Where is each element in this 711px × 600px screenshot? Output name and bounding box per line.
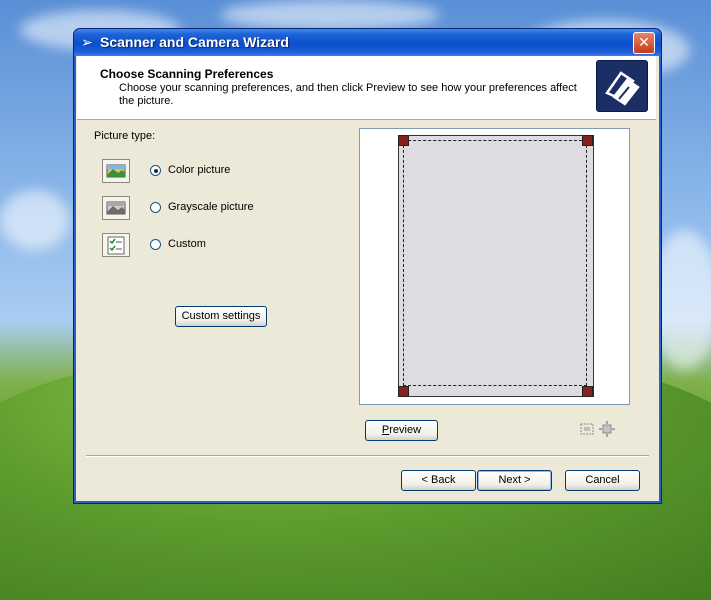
crop-handle-bottom-right[interactable] <box>582 386 593 397</box>
wizard-header: Choose Scanning Preferences Choose your … <box>77 56 656 120</box>
cancel-button[interactable]: Cancel <box>565 470 640 491</box>
back-button[interactable]: < Back <box>401 470 476 491</box>
crop-handle-top-right[interactable] <box>582 135 593 146</box>
close-button[interactable]: ✕ <box>633 32 655 54</box>
radio-custom[interactable] <box>150 239 161 250</box>
custom-settings-button[interactable]: Custom settings <box>175 306 267 327</box>
custom-settings-icon <box>102 233 130 257</box>
zoom-to-selection-icon[interactable] <box>579 421 595 437</box>
crop-selection[interactable] <box>403 140 587 386</box>
preview-button[interactable]: Preview <box>365 420 438 441</box>
page-title: Choose Scanning Preferences <box>100 67 274 81</box>
zoom-out-icon[interactable] <box>599 421 615 437</box>
radio-label-grayscale: Grayscale picture <box>168 201 254 213</box>
picture-type-label: Picture type: <box>94 130 156 142</box>
radio-color-picture[interactable] <box>150 165 161 176</box>
radio-grayscale-picture[interactable] <box>150 202 161 213</box>
button-separator <box>86 455 649 457</box>
crop-handle-top-left[interactable] <box>398 135 409 146</box>
close-icon: ✕ <box>638 35 650 51</box>
scanner-camera-icon <box>596 60 648 112</box>
scan-preview-area <box>359 128 630 405</box>
next-button[interactable]: Next > <box>477 470 552 491</box>
window-title: Scanner and Camera Wizard <box>100 34 289 50</box>
radio-label-custom: Custom <box>168 238 206 250</box>
title-bar[interactable]: ➢ Scanner and Camera Wizard ✕ <box>74 29 661 56</box>
wizard-arrow-icon: ➢ <box>81 34 93 50</box>
color-picture-icon <box>102 159 130 183</box>
radio-label-color: Color picture <box>168 164 231 176</box>
page-description: Choose your scanning preferences, and th… <box>119 82 577 107</box>
wizard-window: ➢ Scanner and Camera Wizard ✕ Choose Sca… <box>73 28 662 504</box>
grayscale-picture-icon <box>102 196 130 220</box>
preview-page <box>398 135 594 397</box>
crop-handle-bottom-left[interactable] <box>398 386 409 397</box>
